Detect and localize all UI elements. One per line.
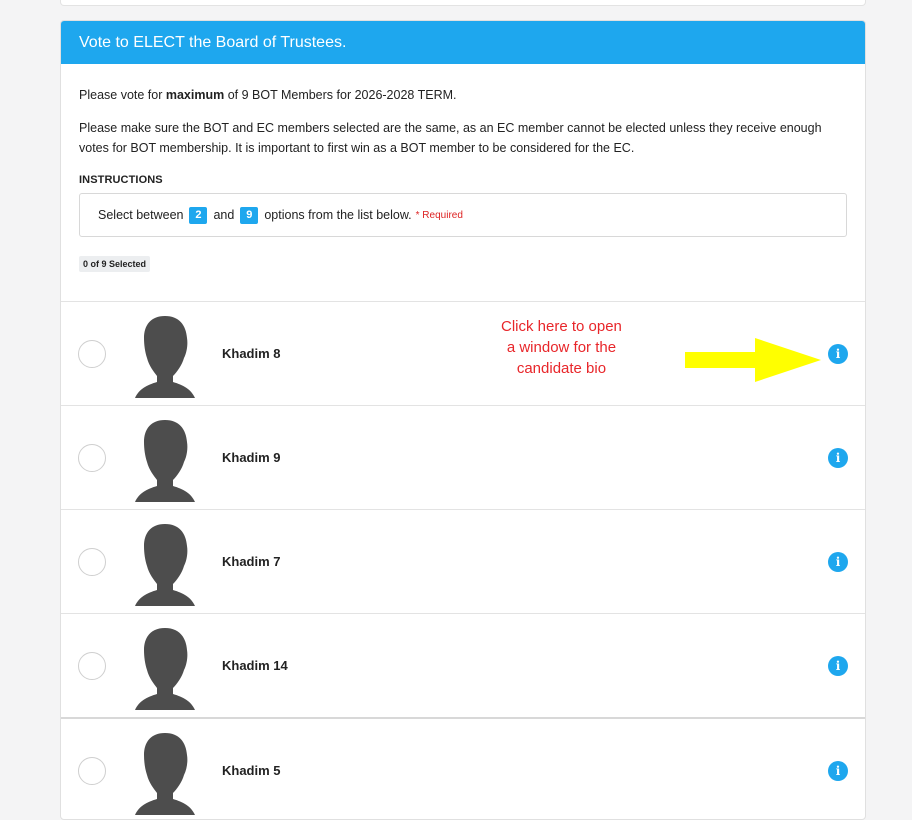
- candidate-radio[interactable]: [78, 757, 106, 785]
- candidate-name: Khadim 9: [222, 450, 281, 465]
- info-icon[interactable]: i: [828, 448, 848, 468]
- ballot-description: Please vote for maximum of 9 BOT Members…: [61, 64, 865, 272]
- candidate-row[interactable]: Khadim 9 i: [61, 405, 865, 509]
- required-label: * Required: [415, 209, 463, 221]
- info-icon[interactable]: i: [828, 656, 848, 676]
- max-options-badge: 9: [240, 206, 259, 224]
- vote-limit-text: Please vote for maximum of 9 BOT Members…: [79, 86, 847, 104]
- arrow-right-icon: [685, 338, 821, 382]
- ballot-title: Vote to ELECT the Board of Trustees.: [61, 21, 865, 64]
- candidate-name: Khadim 7: [222, 554, 281, 569]
- bio-hint-line3: candidate bio: [516, 360, 607, 377]
- candidate-list: Khadim 8 Click here to open a window for…: [61, 301, 865, 819]
- bio-hint-annotation: Click here to open a window for the cand…: [501, 316, 622, 379]
- candidate-radio[interactable]: [78, 444, 106, 472]
- candidate-row[interactable]: Khadim 7 i: [61, 509, 865, 613]
- candidate-row[interactable]: Khadim 5 i: [61, 717, 865, 819]
- candidate-row[interactable]: Khadim 8 Click here to open a window for…: [61, 301, 865, 405]
- min-options-badge: 2: [189, 206, 208, 224]
- vote-limit-post: of 9 BOT Members for 2026-2028 TERM.: [224, 88, 457, 102]
- candidate-radio[interactable]: [78, 340, 106, 368]
- info-icon[interactable]: i: [828, 344, 848, 364]
- info-icon[interactable]: i: [828, 761, 848, 781]
- bio-hint-line2: a window for the: [506, 339, 617, 356]
- candidate-name: Khadim 14: [222, 658, 288, 673]
- instructions-pre: Select between: [98, 208, 184, 222]
- silhouette-avatar-icon: [135, 524, 195, 606]
- candidate-name: Khadim 8: [222, 346, 281, 361]
- silhouette-avatar-icon: [135, 316, 195, 398]
- silhouette-avatar-icon: [135, 420, 195, 502]
- instructions-title: INSTRUCTIONS: [79, 174, 163, 186]
- instructions-and: and: [213, 208, 235, 222]
- candidate-radio[interactable]: [78, 652, 106, 680]
- selected-count-badge: 0 of 9 Selected: [79, 256, 151, 272]
- vote-limit-pre: Please vote for: [79, 88, 166, 102]
- previous-card-edge: [60, 0, 866, 6]
- instructions-box: Select between 2 and 9 options from the …: [79, 193, 847, 237]
- info-icon[interactable]: i: [828, 552, 848, 572]
- candidate-radio[interactable]: [78, 548, 106, 576]
- silhouette-avatar-icon: [135, 733, 195, 815]
- silhouette-avatar-icon: [135, 628, 195, 710]
- instructions-post: options from the list below.: [264, 208, 412, 222]
- ballot-card: Vote to ELECT the Board of Trustees. Ple…: [60, 20, 866, 820]
- candidate-row[interactable]: Khadim 14 i: [61, 613, 865, 717]
- bio-hint-line1: Click here to open: [501, 318, 622, 335]
- bot-ec-note: Please make sure the BOT and EC members …: [79, 121, 822, 155]
- candidate-name: Khadim 5: [222, 763, 281, 778]
- vote-limit-bold: maximum: [165, 88, 225, 102]
